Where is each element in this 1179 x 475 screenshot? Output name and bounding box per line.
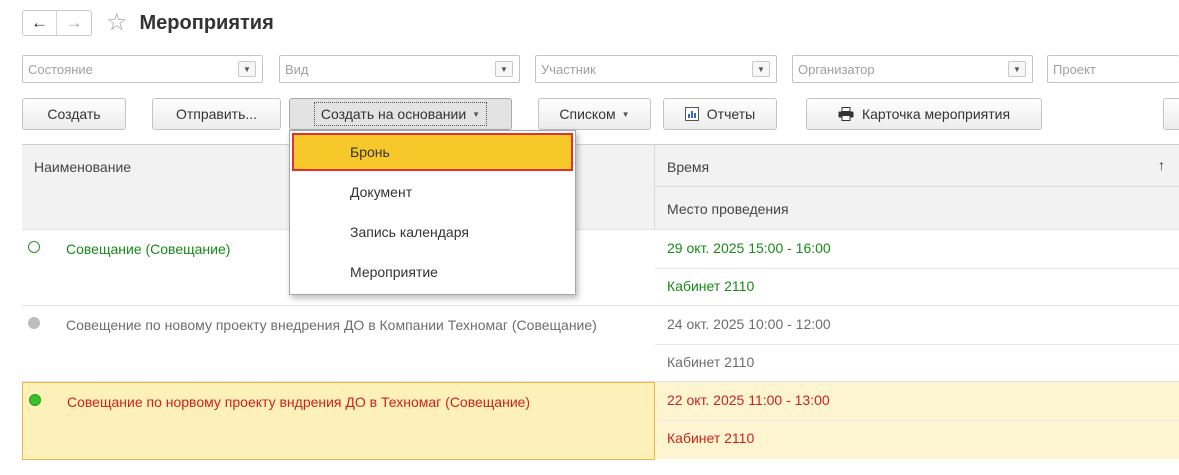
- cell-divider: [655, 268, 1179, 269]
- create-button-label: Создать: [47, 106, 101, 122]
- project-filter-placeholder: Проект: [1053, 62, 1096, 77]
- menu-item-document[interactable]: Документ: [292, 173, 573, 211]
- create-based-on-focus: Создать на основании ▼: [313, 102, 488, 126]
- create-button[interactable]: Создать: [22, 98, 126, 130]
- event-card-button[interactable]: Карточка мероприятия: [806, 98, 1042, 130]
- event-card-label: Карточка мероприятия: [861, 106, 1011, 122]
- organizer-filter-placeholder: Организатор: [798, 62, 875, 77]
- events-table: Наименование Время ↑ Место проведения Со…: [22, 144, 1179, 460]
- cell-divider: [655, 420, 1179, 421]
- row-name: Совещание по норвому проекту вндрения ДО…: [67, 394, 531, 410]
- row-name-cell[interactable]: Совещание по норвому проекту вндрения ДО…: [22, 382, 655, 460]
- column-header-place-label: Место проведения: [667, 201, 789, 217]
- back-arrow-icon[interactable]: ←: [23, 11, 57, 35]
- menu-item-label: Мероприятие: [350, 264, 438, 280]
- row-name-cell[interactable]: Совещение по новому проекту внедрения ДО…: [22, 306, 655, 382]
- chevron-down-icon[interactable]: ▼: [238, 61, 256, 77]
- row-time: 22 окт. 2025 11:00 - 13:00: [667, 392, 830, 408]
- menu-item-calendar-entry[interactable]: Запись календаря: [292, 213, 573, 251]
- type-filter[interactable]: Вид ▼: [279, 55, 520, 83]
- status-circle-icon: [29, 394, 41, 406]
- project-filter[interactable]: Проект: [1047, 55, 1179, 83]
- more-button[interactable]: [1163, 98, 1179, 130]
- table-row[interactable]: Совещение по новому проекту внедрения ДО…: [22, 305, 1179, 381]
- column-header-place[interactable]: Место проведения: [655, 187, 1179, 229]
- row-place: Кабинет 2110: [667, 354, 755, 370]
- command-bar: Создать Отправить... Создать на основани…: [22, 98, 1179, 130]
- chevron-down-icon[interactable]: ▼: [752, 61, 770, 77]
- chevron-down-icon: ▼: [472, 109, 481, 119]
- menu-item-label: Бронь: [350, 144, 390, 160]
- favorite-star-icon[interactable]: ☆: [106, 11, 128, 35]
- chevron-down-icon[interactable]: ▼: [495, 61, 513, 77]
- create-based-on-button[interactable]: Создать на основании ▼: [289, 98, 512, 130]
- menu-item-label: Запись календаря: [350, 224, 469, 240]
- list-view-button[interactable]: Списком ▼: [538, 98, 651, 130]
- row-place: Кабинет 2110: [667, 278, 755, 294]
- table-row-selected[interactable]: Совещание по норвому проекту вндрения ДО…: [22, 381, 1179, 460]
- title-bar: ← → ☆ Мероприятия: [22, 8, 274, 38]
- reports-button[interactable]: Отчеты: [663, 98, 777, 130]
- report-icon: [684, 107, 699, 121]
- table-row[interactable]: Совещание (Совещание) 29 окт. 2025 15:00…: [22, 229, 1179, 305]
- list-view-label: Списком: [559, 106, 616, 122]
- reports-label: Отчеты: [706, 106, 756, 122]
- nav-buttons: ← →: [22, 10, 92, 36]
- send-button[interactable]: Отправить...: [152, 98, 281, 130]
- type-filter-placeholder: Вид: [285, 62, 309, 77]
- menu-item-event[interactable]: Мероприятие: [292, 253, 573, 291]
- printer-icon: [838, 107, 854, 121]
- forward-arrow-icon[interactable]: →: [57, 11, 91, 35]
- column-header-time[interactable]: Время ↑: [655, 145, 1179, 187]
- organizer-filter[interactable]: Организатор ▼: [792, 55, 1033, 83]
- row-time: 24 окт. 2025 10:00 - 12:00: [667, 316, 831, 332]
- menu-item-booking[interactable]: Бронь: [292, 133, 573, 171]
- status-circle-icon: [28, 241, 40, 253]
- chevron-down-icon[interactable]: ▼: [1008, 61, 1026, 77]
- sort-ascending-icon: ↑: [1158, 157, 1165, 173]
- row-name: Совещение по новому проекту внедрения ДО…: [66, 317, 597, 333]
- participant-filter-placeholder: Участник: [541, 62, 596, 77]
- menu-item-label: Документ: [350, 184, 413, 200]
- send-button-label: Отправить...: [175, 106, 258, 122]
- participant-filter[interactable]: Участник ▼: [535, 55, 777, 83]
- page-title: Мероприятия: [139, 11, 274, 34]
- column-header-time-label: Время: [667, 159, 710, 175]
- column-header-name-label: Наименование: [34, 159, 132, 175]
- status-circle-icon: [28, 317, 40, 329]
- filter-bar: Состояние ▼ Вид ▼ Участник ▼ Организатор…: [22, 55, 1179, 83]
- create-based-on-menu: Бронь Документ Запись календаря Мероприя…: [289, 130, 576, 295]
- row-time: 29 окт. 2025 15:00 - 16:00: [667, 240, 831, 256]
- create-based-on-label: Создать на основании: [320, 106, 467, 122]
- cell-divider: [655, 344, 1179, 345]
- column-header-group: Время ↑ Место проведения: [655, 145, 1179, 229]
- state-filter-placeholder: Состояние: [28, 62, 93, 77]
- row-place: Кабинет 2110: [667, 430, 755, 446]
- state-filter[interactable]: Состояние ▼: [22, 55, 263, 83]
- chevron-down-icon: ▼: [621, 109, 630, 119]
